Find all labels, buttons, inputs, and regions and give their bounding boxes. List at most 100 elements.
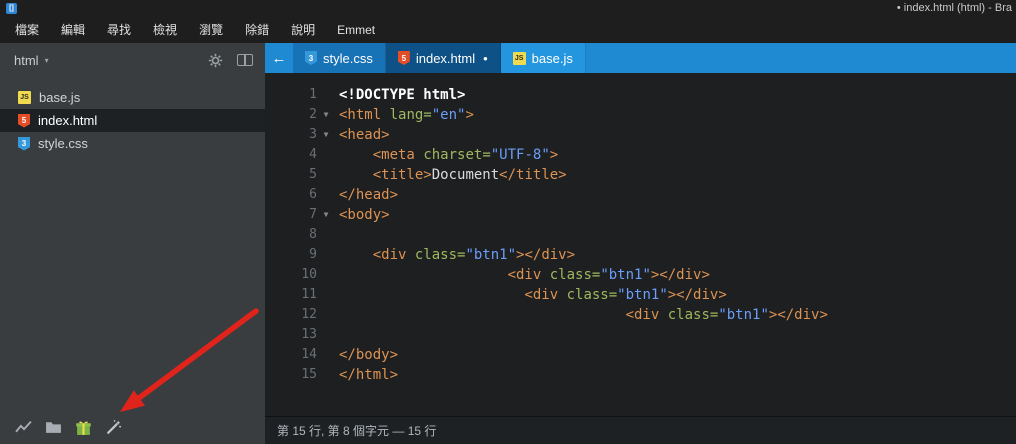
menu-emmet[interactable]: Emmet xyxy=(326,19,386,41)
code-text: <!DOCTYPE html> xyxy=(339,87,466,103)
status-bar: 第 15 行, 第 8 個字元 — 15 行 xyxy=(265,416,1016,444)
magic-wand-icon[interactable] xyxy=(105,419,122,436)
fold-gutter xyxy=(317,285,335,305)
line-number: 10 xyxy=(301,267,317,282)
code-line[interactable]: 15 </html> xyxy=(265,365,1016,385)
line-number: 6 xyxy=(309,187,317,202)
line-number: 4 xyxy=(309,147,317,162)
fold-gutter xyxy=(317,265,335,285)
tab-base-js[interactable]: JS base.js xyxy=(500,43,586,73)
line-number: 12 xyxy=(301,307,317,322)
line-number: 9 xyxy=(309,247,317,262)
window-title: • index.html (html) - Bra xyxy=(896,2,1012,14)
file-item-style-css[interactable]: 3 style.css xyxy=(0,132,265,155)
app-icon: [] xyxy=(6,2,17,14)
file-name: index.html xyxy=(38,113,98,128)
css-file-icon: 3 xyxy=(18,136,30,151)
fold-gutter xyxy=(317,85,335,105)
line-number: 7 xyxy=(309,207,317,222)
code-line[interactable]: 1 <!DOCTYPE html> xyxy=(265,85,1016,105)
code-text: </body> xyxy=(339,347,399,363)
code-line[interactable]: 9 <div class="btn1"></div> xyxy=(265,245,1016,265)
menu-edit[interactable]: 編輯 xyxy=(50,17,96,42)
code-line[interactable]: 12 <div class="btn1"></div> xyxy=(265,305,1016,325)
tab-style-css[interactable]: 3 style.css xyxy=(293,43,386,73)
fold-gutter xyxy=(317,325,335,345)
js-file-icon: JS xyxy=(18,91,31,104)
tab-label: index.html xyxy=(415,50,476,66)
fold-gutter xyxy=(317,225,335,245)
sidebar-bottom-toolbar xyxy=(0,414,122,440)
line-number: 15 xyxy=(301,367,317,382)
project-dropdown[interactable]: html xyxy=(14,53,39,68)
code-text: <div class="btn1"></div> xyxy=(507,267,710,283)
back-icon[interactable]: ← xyxy=(265,43,293,73)
sidebar: html ▾ JS base.js 5 index.html 3 style.c… xyxy=(0,43,265,444)
fold-arrow-icon[interactable]: ▼ xyxy=(317,125,335,145)
html-file-icon: 5 xyxy=(18,113,30,128)
js-file-icon: JS xyxy=(512,51,526,65)
file-item-index-html[interactable]: 5 index.html xyxy=(0,109,265,132)
line-number: 8 xyxy=(309,227,317,242)
code-line[interactable]: 2 ▼ <html lang="en"> xyxy=(265,105,1016,125)
code-text: <head> xyxy=(339,127,390,143)
app-window: [] • index.html (html) - Bra 檔案 編輯 尋找 檢視… xyxy=(0,0,1016,444)
gear-icon[interactable] xyxy=(208,53,223,68)
line-number: 14 xyxy=(301,347,317,362)
code-editor[interactable]: 1 <!DOCTYPE html> 2 ▼ <html lang="en"> 3 ▼ <hea… xyxy=(265,73,1016,416)
code-line[interactable]: 7 ▼ <body> xyxy=(265,205,1016,225)
fold-gutter xyxy=(317,305,335,325)
fold-gutter xyxy=(317,165,335,185)
code-area: 1 <!DOCTYPE html> 2 ▼ <html lang="en"> 3 ▼ <hea… xyxy=(265,85,1016,385)
code-line[interactable]: 14 </body> xyxy=(265,345,1016,365)
sidebar-header: html ▾ xyxy=(0,43,265,77)
fold-arrow-icon[interactable]: ▼ xyxy=(317,105,335,125)
code-line[interactable]: 8 xyxy=(265,225,1016,245)
code-line[interactable]: 11 <div class="btn1"></div> xyxy=(265,285,1016,305)
cursor-position-status: 第 15 行, 第 8 個字元 — 15 行 xyxy=(277,424,437,438)
line-number: 3 xyxy=(309,127,317,142)
code-text: <div class="btn1"></div> xyxy=(372,247,576,263)
menu-file[interactable]: 檔案 xyxy=(4,17,50,42)
file-item-base-js[interactable]: JS base.js xyxy=(0,86,265,109)
fold-gutter xyxy=(317,245,335,265)
html-file-icon: 5 xyxy=(397,51,410,65)
tab-label: base.js xyxy=(531,50,573,66)
menu-help[interactable]: 說明 xyxy=(280,17,326,42)
menu-view[interactable]: 檢視 xyxy=(142,17,188,42)
menu-navigate[interactable]: 瀏覽 xyxy=(188,17,234,42)
code-text: <div class="btn1"></div> xyxy=(524,287,727,303)
fold-gutter xyxy=(317,145,335,165)
split-view-icon[interactable] xyxy=(237,54,253,66)
menu-find[interactable]: 尋找 xyxy=(96,17,142,42)
css-file-icon: 3 xyxy=(305,51,317,65)
code-text: <meta charset="UTF-8"> xyxy=(372,147,559,163)
tab-index-html[interactable]: 5 index.html • xyxy=(385,43,501,73)
code-text: <body> xyxy=(339,207,390,223)
code-text: </html> xyxy=(339,367,399,383)
line-number: 2 xyxy=(309,107,317,122)
folder-icon[interactable] xyxy=(45,419,62,436)
editor-column: ← 3 style.css 5 index.html • JS base.js … xyxy=(265,43,1016,444)
code-line[interactable]: 4 <meta charset="UTF-8"> xyxy=(265,145,1016,165)
unsaved-dot-indicator: • xyxy=(483,50,488,66)
code-line[interactable]: 5 <title>Document</title> xyxy=(265,165,1016,185)
code-line[interactable]: 10 <div class="btn1"></div> xyxy=(265,265,1016,285)
fold-arrow-icon[interactable]: ▼ xyxy=(317,205,335,225)
menu-debug[interactable]: 除錯 xyxy=(234,17,280,42)
tab-label: style.css xyxy=(323,50,373,66)
code-text: <title>Document</title> xyxy=(372,167,567,183)
line-number: 11 xyxy=(301,287,317,302)
main-area: html ▾ JS base.js 5 index.html 3 style.c… xyxy=(0,43,1016,444)
fold-gutter xyxy=(317,185,335,205)
extension-gift-icon[interactable] xyxy=(75,419,92,436)
code-line[interactable]: 3 ▼ <head> xyxy=(265,125,1016,145)
line-number: 13 xyxy=(301,327,317,342)
file-name: base.js xyxy=(39,90,81,105)
code-line[interactable]: 6 </head> xyxy=(265,185,1016,205)
line-number: 5 xyxy=(309,167,317,182)
activity-chart-icon[interactable] xyxy=(15,419,32,436)
code-line[interactable]: 13 xyxy=(265,325,1016,345)
